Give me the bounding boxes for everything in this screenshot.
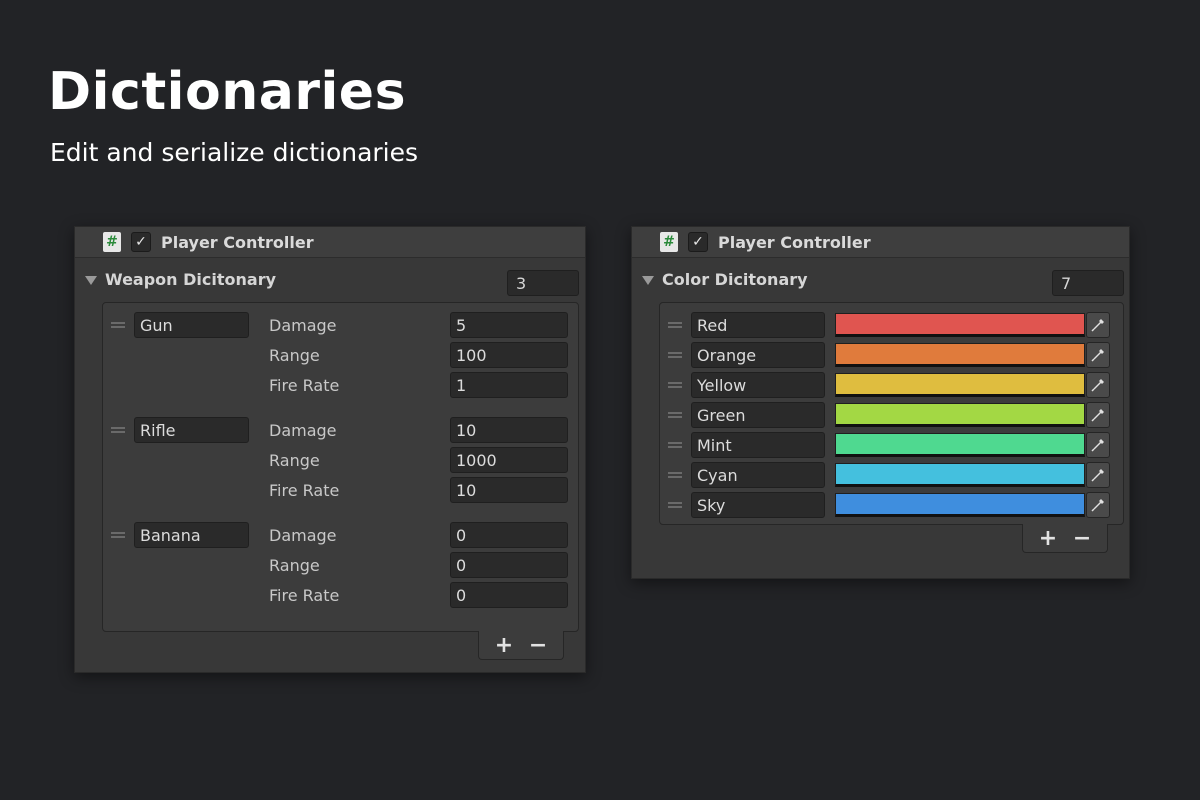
field-label: Range <box>269 450 320 470</box>
eyedropper-icon[interactable] <box>1086 312 1110 338</box>
entry-key-field[interactable]: Gun <box>134 312 249 338</box>
color-swatch-field[interactable] <box>835 433 1085 457</box>
list-footer: + − <box>1022 524 1108 553</box>
remove-entry-button[interactable]: − <box>529 633 547 658</box>
dictionary-size-field[interactable]: 7 <box>1052 270 1124 296</box>
field-value-input[interactable]: 0 <box>450 582 568 608</box>
hero-subtitle: Edit and serialize dictionaries <box>50 138 419 167</box>
color-inspector-panel: # ✓ Player Controller Color Dicitonary 7… <box>631 226 1130 579</box>
eyedropper-icon[interactable] <box>1086 342 1110 368</box>
dictionary-foldout[interactable]: Color Dicitonary 7 <box>632 258 1129 300</box>
csharp-script-icon: # <box>660 232 678 252</box>
field-label: Damage <box>269 315 337 335</box>
drag-handle-icon[interactable] <box>668 322 682 328</box>
dictionary-list: Gun Damage 5 Range 100 Fire Rate 1 Rifle Damage 1… <box>102 302 579 632</box>
color-swatch-field[interactable] <box>835 403 1085 427</box>
component-header: # ✓ Player Controller <box>632 227 1129 258</box>
drag-handle-icon[interactable] <box>668 382 682 388</box>
entry-key-field[interactable]: Sky <box>691 492 825 518</box>
drag-handle-icon[interactable] <box>668 412 682 418</box>
field-label: Damage <box>269 420 337 440</box>
component-title: Player Controller <box>161 232 314 252</box>
list-footer: + − <box>478 631 564 660</box>
field-label: Fire Rate <box>269 585 340 605</box>
component-enabled-checkbox[interactable]: ✓ <box>688 232 708 252</box>
field-value-input[interactable]: 0 <box>450 522 568 548</box>
field-label: Range <box>269 345 320 365</box>
drag-handle-icon[interactable] <box>111 322 125 328</box>
drag-handle-icon[interactable] <box>668 442 682 448</box>
eyedropper-icon[interactable] <box>1086 372 1110 398</box>
weapon-inspector-panel: # ✓ Player Controller Weapon Dicitonary … <box>74 226 586 673</box>
color-swatch-field[interactable] <box>835 343 1085 367</box>
field-value-input[interactable]: 1000 <box>450 447 568 473</box>
dictionary-list: Red Orange Yellow Green Mint Cyan Sky <box>659 302 1124 525</box>
hero-title: Dictionaries <box>48 62 407 122</box>
entry-key-field[interactable]: Rifle <box>134 417 249 443</box>
field-value-input[interactable]: 0 <box>450 552 568 578</box>
eyedropper-icon[interactable] <box>1086 402 1110 428</box>
drag-handle-icon[interactable] <box>111 532 125 538</box>
field-label: Fire Rate <box>269 375 340 395</box>
field-value-input[interactable]: 5 <box>450 312 568 338</box>
drag-handle-icon[interactable] <box>668 472 682 478</box>
field-value-input[interactable]: 1 <box>450 372 568 398</box>
field-value-input[interactable]: 10 <box>450 417 568 443</box>
field-value-input[interactable]: 100 <box>450 342 568 368</box>
remove-entry-button[interactable]: − <box>1073 526 1091 551</box>
field-value-input[interactable]: 10 <box>450 477 568 503</box>
foldout-arrow-icon[interactable] <box>642 275 654 285</box>
csharp-script-icon: # <box>103 232 121 252</box>
entry-key-field[interactable]: Cyan <box>691 462 825 488</box>
dictionary-size-field[interactable]: 3 <box>507 270 579 296</box>
dictionary-label: Color Dicitonary <box>662 269 808 289</box>
field-label: Damage <box>269 525 337 545</box>
eyedropper-icon[interactable] <box>1086 492 1110 518</box>
field-label: Fire Rate <box>269 480 340 500</box>
entry-key-field[interactable]: Yellow <box>691 372 825 398</box>
entry-key-field[interactable]: Red <box>691 312 825 338</box>
drag-handle-icon[interactable] <box>111 427 125 433</box>
dictionary-label: Weapon Dicitonary <box>105 269 277 289</box>
add-entry-button[interactable]: + <box>1039 526 1057 551</box>
eyedropper-icon[interactable] <box>1086 462 1110 488</box>
dictionary-foldout[interactable]: Weapon Dicitonary 3 <box>75 258 585 300</box>
component-enabled-checkbox[interactable]: ✓ <box>131 232 151 252</box>
color-swatch-field[interactable] <box>835 463 1085 487</box>
entry-key-field[interactable]: Orange <box>691 342 825 368</box>
eyedropper-icon[interactable] <box>1086 432 1110 458</box>
color-swatch-field[interactable] <box>835 373 1085 397</box>
add-entry-button[interactable]: + <box>495 633 513 658</box>
color-swatch-field[interactable] <box>835 493 1085 517</box>
drag-handle-icon[interactable] <box>668 352 682 358</box>
field-label: Range <box>269 555 320 575</box>
component-title: Player Controller <box>718 232 871 252</box>
entry-key-field[interactable]: Banana <box>134 522 249 548</box>
foldout-arrow-icon[interactable] <box>85 275 97 285</box>
entry-key-field[interactable]: Mint <box>691 432 825 458</box>
component-header: # ✓ Player Controller <box>75 227 585 258</box>
entry-key-field[interactable]: Green <box>691 402 825 428</box>
color-swatch-field[interactable] <box>835 313 1085 337</box>
drag-handle-icon[interactable] <box>668 502 682 508</box>
